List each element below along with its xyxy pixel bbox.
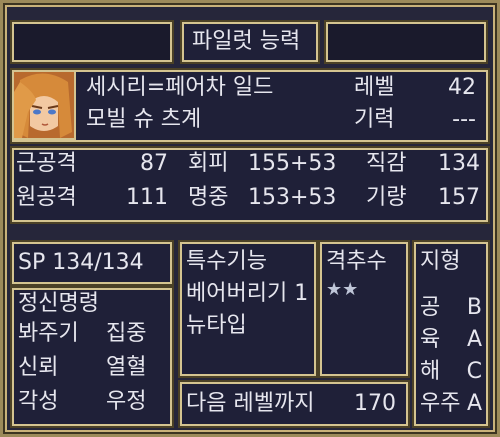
pilot-title: 모빌 슈 츠계 bbox=[86, 107, 202, 132]
energy-label: 기력 bbox=[354, 107, 395, 132]
header-left-panel bbox=[12, 22, 172, 62]
kill-count-panel: 격추수 ★★ bbox=[320, 242, 408, 376]
terrain-panel: 지형 공 B 육 A 해 C 우주 A bbox=[414, 242, 488, 426]
stat-value-melee: 87 bbox=[140, 151, 168, 176]
special-panel: 특수기능 베어버리기 1 뉴타입 bbox=[180, 242, 316, 376]
kill-count-title: 격추수 bbox=[326, 249, 387, 274]
stat-value-skill: 157 bbox=[438, 185, 480, 210]
terrain-label-land: 육 bbox=[420, 327, 441, 352]
next-level-panel: 다음 레벨까지 170 bbox=[180, 382, 408, 426]
sp-value: SP 134/134 bbox=[18, 250, 144, 275]
stat-value-accuracy: 153+53 bbox=[248, 185, 337, 210]
spirit-panel: 정신명령 봐주기 집중 신뢰 열혈 각성 우정 bbox=[12, 288, 172, 426]
stat-label-accuracy: 명중 bbox=[188, 185, 229, 210]
special-title: 특수기능 bbox=[186, 249, 267, 274]
spirit-item[interactable]: 각성 bbox=[18, 390, 58, 414]
special-item: 뉴타입 bbox=[186, 313, 247, 338]
spirit-item[interactable]: 봐주기 bbox=[18, 322, 79, 346]
terrain-grade-sea: C bbox=[466, 359, 482, 384]
terrain-grade-space: A bbox=[466, 391, 482, 416]
spirit-item[interactable]: 신뢰 bbox=[18, 356, 58, 380]
terrain-label-sea: 해 bbox=[420, 359, 441, 384]
spirit-item[interactable]: 열혈 bbox=[106, 356, 146, 380]
stat-value-evade: 155+53 bbox=[248, 151, 337, 176]
stat-value-intuition: 134 bbox=[438, 151, 480, 176]
terrain-label-air: 공 bbox=[420, 295, 441, 320]
level-label: 레벨 bbox=[354, 75, 395, 100]
pilot-info-panel: 세시리=페어차 일드 모빌 슈 츠계 레벨 42 기력 --- bbox=[12, 70, 488, 142]
terrain-title: 지형 bbox=[420, 249, 461, 274]
level-value: 42 bbox=[448, 75, 476, 100]
header-title-panel: 파일럿 능력 bbox=[182, 22, 318, 62]
stat-label-skill: 기량 bbox=[366, 185, 407, 210]
spirit-item[interactable]: 우정 bbox=[106, 390, 146, 414]
pilot-name: 세시리=페어차 일드 bbox=[86, 75, 274, 100]
special-item: 베어버리기 1 bbox=[186, 281, 309, 306]
terrain-grade-air: B bbox=[466, 295, 482, 320]
next-level-value: 170 bbox=[354, 391, 396, 416]
kill-count-stars: ★★ bbox=[326, 279, 359, 300]
portrait-image bbox=[14, 72, 74, 138]
stat-label-evade: 회피 bbox=[188, 151, 229, 176]
energy-value: --- bbox=[452, 107, 476, 132]
sp-panel: SP 134/134 bbox=[12, 242, 172, 284]
header-right-panel bbox=[326, 22, 486, 62]
terrain-label-space: 우주 bbox=[420, 391, 461, 416]
stats-panel: 근공격 87 회피 155+53 직감 134 원공격 111 명중 153+5… bbox=[12, 148, 488, 222]
next-level-label: 다음 레벨까지 bbox=[186, 391, 315, 416]
spirit-item[interactable]: 집중 bbox=[106, 322, 146, 346]
stat-value-ranged: 111 bbox=[126, 185, 168, 210]
page-title: 파일럿 능력 bbox=[192, 29, 301, 54]
spirit-title: 정신명령 bbox=[18, 291, 99, 316]
pilot-portrait bbox=[12, 70, 76, 140]
terrain-grade-land: A bbox=[466, 327, 482, 352]
stat-label-intuition: 직감 bbox=[366, 151, 407, 176]
stat-label-ranged: 원공격 bbox=[16, 185, 77, 210]
stat-label-melee: 근공격 bbox=[16, 151, 77, 176]
